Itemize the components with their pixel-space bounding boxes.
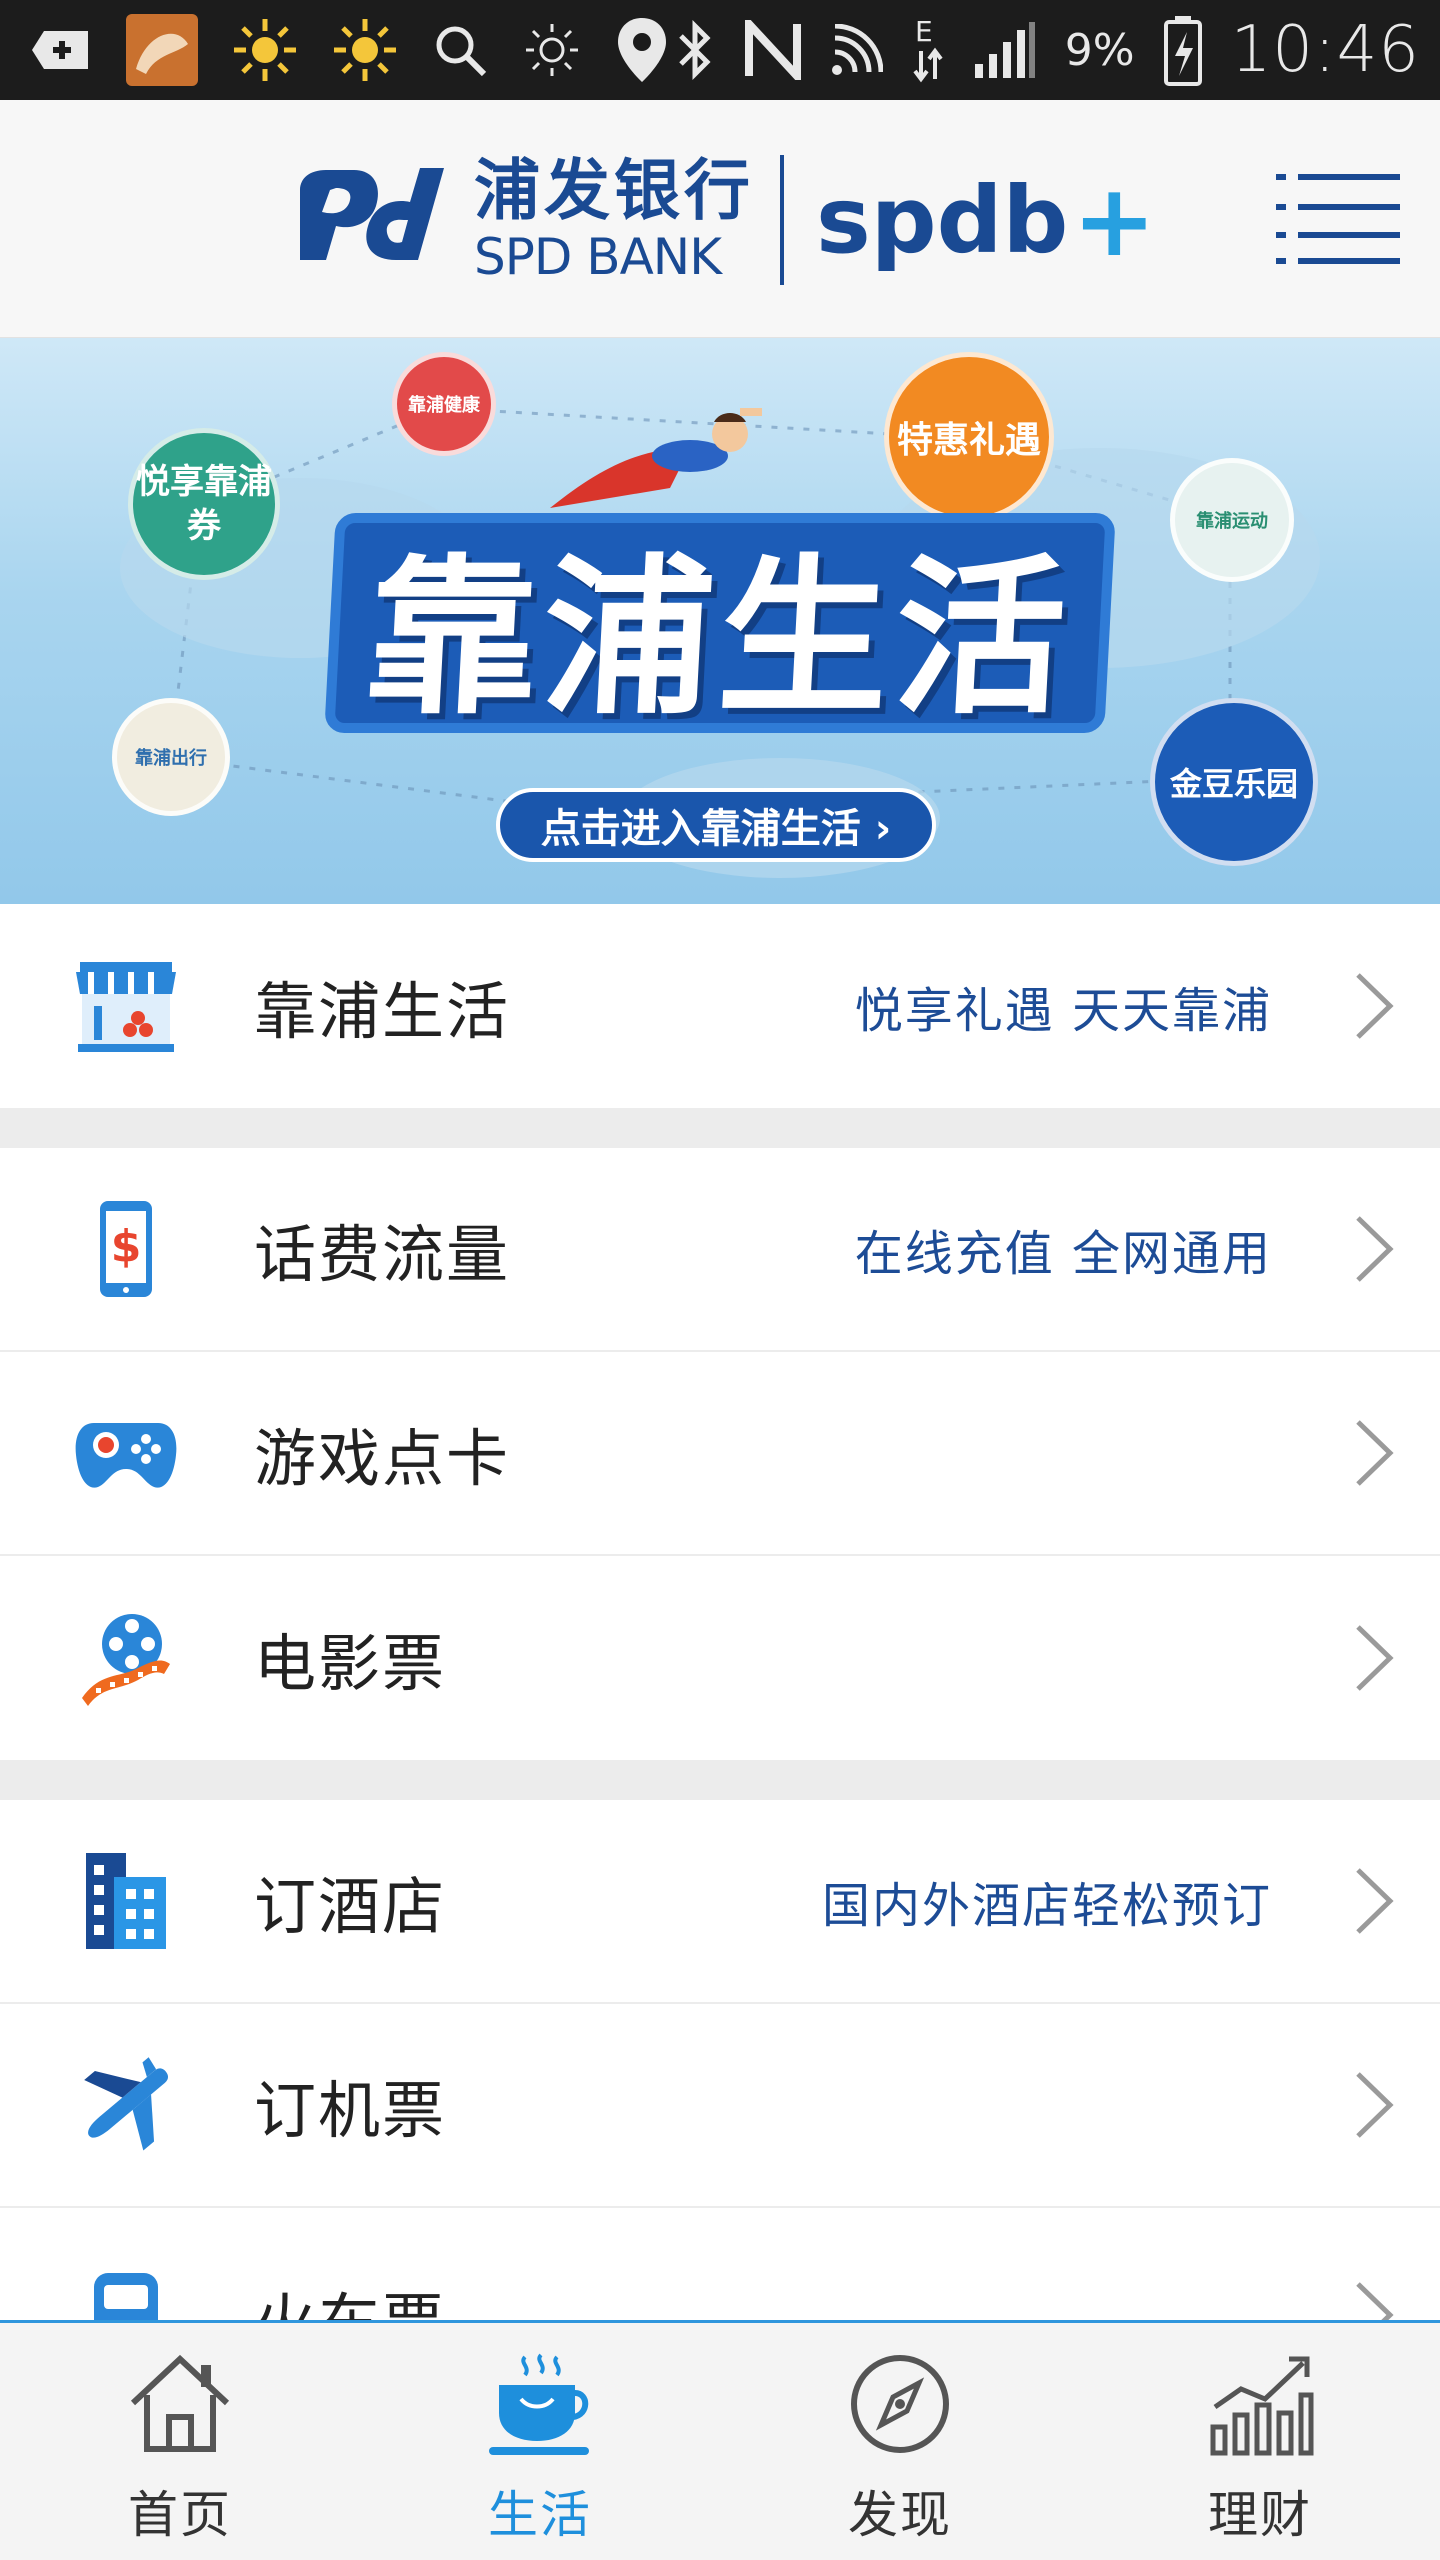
- chevron-right-icon: [1356, 1868, 1394, 1934]
- app-thumb-icon: [126, 14, 198, 86]
- phone-charge-icon: $: [74, 1197, 178, 1301]
- compass-icon: [851, 2355, 949, 2453]
- list-item-subtitle: 悦享礼遇 天天靠浦: [854, 983, 1272, 1039]
- tab-label: 发现: [848, 2486, 952, 2544]
- banner-bubble-travel: 靠浦出行: [112, 698, 230, 816]
- bluetooth-icon: [675, 18, 715, 82]
- tab-life[interactable]: 生活: [360, 2323, 720, 2560]
- list-item-movie-ticket[interactable]: 电影票: [0, 1556, 1440, 1760]
- gamepad-icon: [74, 1401, 178, 1505]
- service-group: 靠浦生活 悦享礼遇 天天靠浦: [0, 904, 1440, 1108]
- location-icon: [616, 16, 668, 84]
- tab-home[interactable]: 首页: [0, 2323, 360, 2560]
- list-item-subtitle: 在线充值 全网通用: [854, 1226, 1272, 1282]
- chevron-right-icon: [1356, 2282, 1394, 2320]
- coffee-cup-icon: [489, 2353, 589, 2455]
- tab-label: 理财: [1208, 2486, 1312, 2544]
- list-item-label: 订酒店: [254, 1870, 447, 1943]
- banner-bubble-sport: 靠浦运动: [1170, 458, 1294, 582]
- chevron-right-icon: [1356, 2072, 1394, 2138]
- list-item-label: 订机票: [254, 2074, 447, 2147]
- clock: 10:46: [1230, 13, 1420, 87]
- signal-icon: [973, 20, 1037, 80]
- bottom-tab-bar: 首页 生活 发现 理财: [0, 2320, 1440, 2560]
- search-icon: [432, 22, 488, 78]
- hotel-icon: [74, 1849, 178, 1953]
- banner-cta-button[interactable]: 点击进入靠浦生活 ›: [496, 788, 936, 862]
- banner-bubble-health: 靠浦健康: [392, 352, 496, 456]
- svg-text:E: E: [915, 15, 933, 48]
- banner-bubble-golden-bean: 金豆乐园: [1150, 698, 1318, 866]
- list-item-label: 电影票: [254, 1627, 447, 1700]
- spd-logo-mark-icon: [300, 168, 444, 260]
- list-item-hotel[interactable]: 订酒店 国内外酒店轻松预订: [0, 1800, 1440, 2004]
- svg-text:$: $: [111, 1221, 142, 1272]
- brand-cn: 浦发银行: [474, 152, 754, 229]
- group-divider: [0, 1760, 1440, 1800]
- chevron-right-icon: [1356, 973, 1394, 1039]
- logo-divider: [780, 155, 784, 285]
- add-box-icon: [30, 27, 92, 73]
- list-item-subtitle: 国内外酒店轻松预订: [821, 1878, 1272, 1934]
- brightness-icon: [522, 20, 582, 80]
- brand-plus: spdb: [816, 166, 1069, 274]
- battery-icon: [1163, 14, 1203, 86]
- chevron-right-icon: [1356, 1625, 1394, 1691]
- banner-title-box: 靠浦生活: [324, 513, 1116, 738]
- status-bar: E 9% 10:46: [0, 0, 1440, 100]
- chart-growth-icon: [1210, 2356, 1314, 2456]
- list-item-label: 话费流量: [254, 1218, 511, 1291]
- banner-bubble-coupon: 悦享靠浦券: [128, 428, 280, 580]
- data-e-icon: E: [911, 15, 945, 85]
- banner-title: 靠浦生活: [361, 540, 1077, 738]
- home-icon: [130, 2354, 230, 2452]
- film-reel-icon: [74, 1606, 178, 1710]
- tab-finance[interactable]: 理财: [1080, 2323, 1440, 2560]
- list-item-flight[interactable]: 订机票: [0, 2004, 1440, 2208]
- list-item-game-card[interactable]: 游戏点卡: [0, 1352, 1440, 1556]
- tab-discover[interactable]: 发现: [720, 2323, 1080, 2560]
- cast-icon: [831, 24, 883, 76]
- list-item-phone-data[interactable]: $ 话费流量 在线充值 全网通用: [0, 1148, 1440, 1352]
- group-divider: [0, 1108, 1440, 1148]
- list-item-label: 游戏点卡: [254, 1422, 511, 1495]
- list-item-label: 火车票: [254, 2272, 446, 2320]
- banner-bubble-gift: 特惠礼遇: [884, 352, 1054, 522]
- sun-icon: [232, 17, 298, 83]
- tab-label: 生活: [488, 2486, 592, 2544]
- app-header: 浦发银行 SPD BANK spdb +: [0, 100, 1440, 338]
- tab-label: 首页: [128, 2486, 232, 2544]
- list-item-label: 靠浦生活: [254, 975, 511, 1048]
- brand-plus-sign: +: [1072, 161, 1157, 279]
- battery-percent: 9%: [1064, 24, 1135, 76]
- service-list: 靠浦生活 悦享礼遇 天天靠浦 $ 话费流量 在线充值 全网通用 游戏点卡 电影票…: [0, 904, 1440, 2320]
- spd-bank-logo: 浦发银行 SPD BANK spdb +: [292, 150, 1156, 290]
- chevron-right-icon: [1356, 1216, 1394, 1282]
- train-icon: [74, 2264, 178, 2320]
- shop-icon: [74, 954, 178, 1058]
- chevron-right-icon: [1356, 1420, 1394, 1486]
- brand-en: SPD BANK: [474, 228, 722, 286]
- spdb-plus-wordmark: spdb +: [816, 162, 1156, 279]
- airplane-icon: [74, 2053, 178, 2157]
- list-item-train[interactable]: 火车票: [0, 2208, 1440, 2320]
- sun-icon: [332, 17, 398, 83]
- list-item-kaopu-life[interactable]: 靠浦生活 悦享礼遇 天天靠浦: [0, 904, 1440, 1108]
- promo-banner[interactable]: 悦享靠浦券 靠浦健康 特惠礼遇 靠浦运动 靠浦出行 金豆乐园 靠浦生活 点击进入…: [0, 338, 1440, 904]
- menu-list-icon[interactable]: [1276, 170, 1400, 266]
- service-group: 订酒店 国内外酒店轻松预订 订机票: [0, 1800, 1440, 2320]
- nfc-icon: [743, 20, 803, 80]
- service-group: $ 话费流量 在线充值 全网通用 游戏点卡 电影票: [0, 1148, 1440, 1760]
